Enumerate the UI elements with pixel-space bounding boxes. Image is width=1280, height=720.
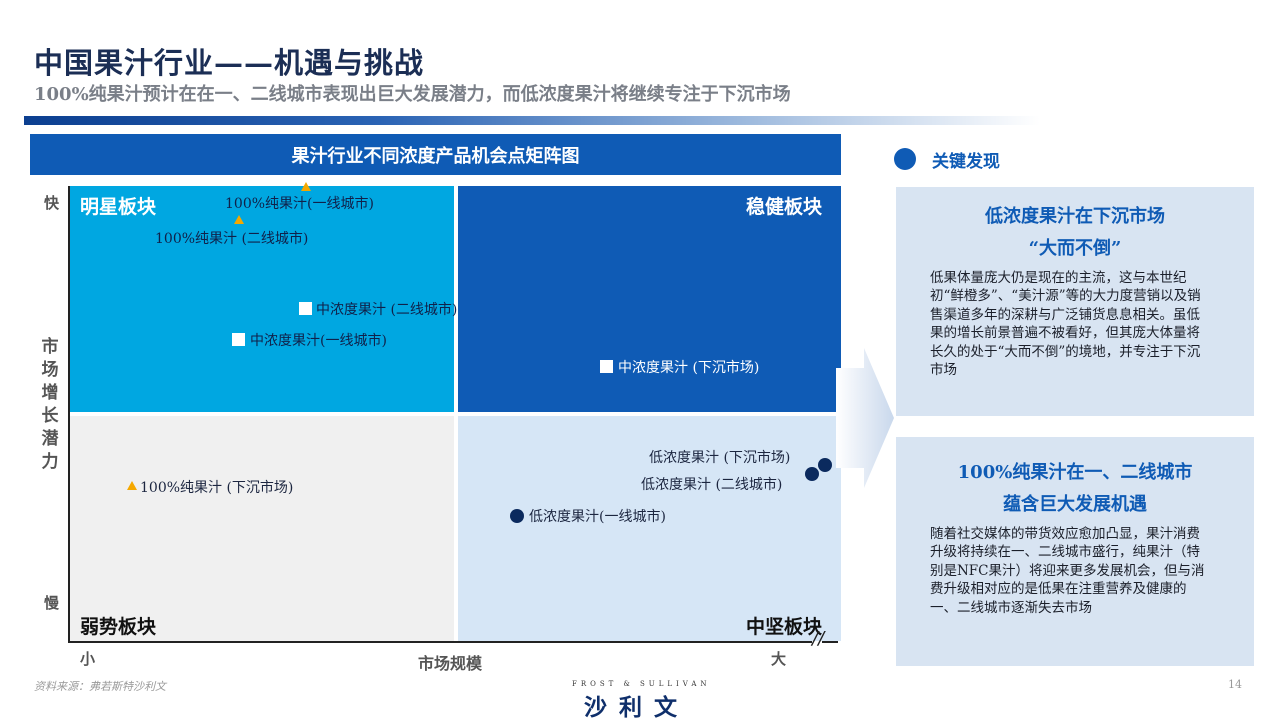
point-label: 低浓度果汁(一线城市) [529,509,666,525]
quadrant-weak [70,416,454,641]
quadrant-steady-label: 稳健板块 [746,196,823,218]
y-axis-line [68,186,70,642]
page-title: 中国果汁行业——机遇与挑战 [34,46,425,80]
dot-marker [818,458,832,472]
logo-subtext: FROST & SULLIVAN [572,680,711,688]
square-marker [232,333,245,346]
finding-card-heading: 低浓度果汁在下沉市场 “大而不倒” [896,201,1254,265]
header-divider [24,116,1040,125]
finding-card: 低浓度果汁在下沉市场 “大而不倒” 低果体量庞大仍是现在的主流，这与本世纪初“鲜… [896,187,1254,416]
point-label: 100%纯果汁 (二线城市) [155,231,309,247]
quadrant-weak-label: 弱势板块 [80,616,157,638]
point-label: 100%纯果汁 (下沉市场) [140,480,294,496]
y-axis-fast-label: 快 [44,194,60,212]
logo: 沙利文 [584,694,689,720]
dot-marker [805,467,819,481]
source-note: 资料来源：弗若斯特沙利文 [34,680,166,693]
square-marker [600,360,613,373]
key-findings-bullet-icon [894,148,916,170]
point-label: 100%纯果汁(一线城市) [225,196,374,212]
triangle-marker [301,182,311,191]
y-axis-slow-label: 慢 [44,594,60,612]
x-axis-big-label: 大 [771,650,787,668]
point-label: 低浓度果汁 (下沉市场) [649,450,791,466]
finding-card-body: 低果体量庞大仍是现在的主流，这与本世纪初“鲜橙多”、“美汁源”等的大力度营销以及… [930,270,1201,379]
finding-card-heading-line: 蕴含巨大发展机遇 [1003,494,1147,515]
x-axis-small-label: 小 [80,650,96,668]
quadrant-star-label: 明星板块 [80,196,157,218]
chart-title-banner: 果汁行业不同浓度产品机会点矩阵图 [30,134,841,175]
x-axis-line-end [822,641,838,643]
page-number: 14 [1228,678,1242,691]
axis-break-mark: // [812,628,825,649]
finding-card-body: 随着社交媒体的带货效应愈加凸显，果汁消费升级将持续在一、二线城市盛行，纯果汁（特… [930,526,1205,616]
triangle-marker [127,481,137,490]
finding-card: 100%纯果汁在一、二线城市 蕴含巨大发展机遇 随着社交媒体的带货效应愈加凸显，… [896,437,1254,666]
x-axis-line [68,641,812,643]
point-label: 中浓度果汁 (二线城市) [316,302,458,318]
square-marker [299,302,312,315]
x-axis-title: 市场规模 [418,654,483,673]
finding-card-heading-line: 100%纯果汁在一、二线城市 [957,462,1193,483]
finding-card-heading-line: 低浓度果汁在下沉市场 [985,206,1165,227]
key-findings-title: 关键发现 [932,152,1000,172]
finding-card-heading-line: “大而不倒” [1028,238,1122,259]
triangle-marker [234,215,244,224]
quadrant-mid-label: 中坚板块 [746,616,823,638]
point-label: 中浓度果汁(一线城市) [250,333,387,349]
quadrant-steady [458,186,841,412]
page-subtitle: 100%纯果汁预计在在一、二线城市表现出巨大发展潜力，而低浓度果汁将继续专注于下… [34,84,791,105]
dot-marker [510,509,524,523]
y-axis-title: 市场增长潜力 [41,337,59,472]
finding-card-heading: 100%纯果汁在一、二线城市 蕴含巨大发展机遇 [896,457,1254,521]
chevron-right-icon [836,348,894,488]
point-label: 低浓度果汁 (二线城市) [641,477,783,493]
point-label: 中浓度果汁 (下沉市场) [618,360,760,376]
